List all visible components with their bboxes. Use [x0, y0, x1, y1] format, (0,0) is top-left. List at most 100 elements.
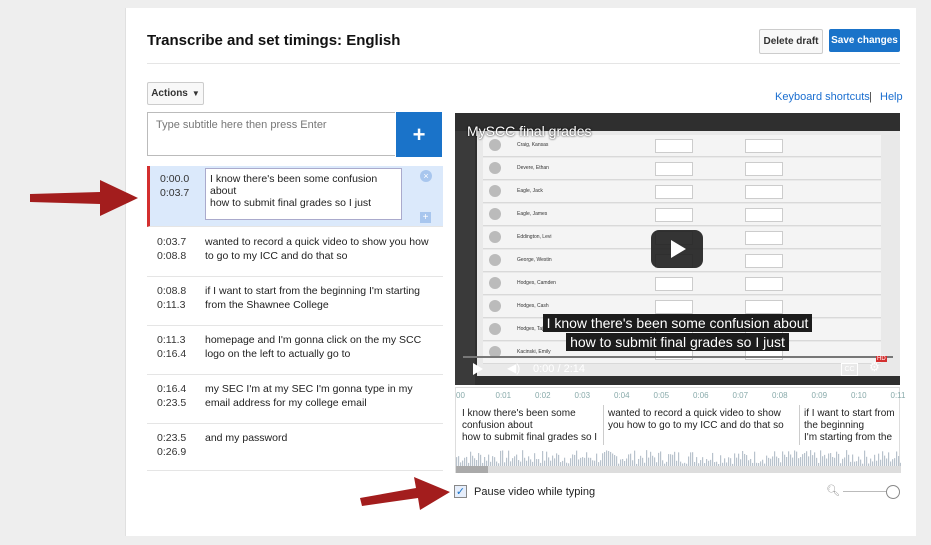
sheet-field — [745, 277, 783, 291]
avatar — [489, 162, 501, 174]
avatar — [489, 231, 501, 243]
insert-caption-icon[interactable]: + — [420, 212, 431, 223]
sheet-field — [655, 162, 693, 176]
caption-row[interactable]: 0:08.8 0:11.3 if I want to start from th… — [147, 276, 443, 326]
caption-start: 0:00.0 — [160, 173, 190, 185]
sheet-row: Eagle, James — [483, 204, 881, 226]
video-title: MySCC final grades — [467, 123, 592, 139]
captions-icon[interactable]: CC — [841, 363, 858, 376]
play-icon — [671, 240, 686, 258]
video-controls: ◀) 0:00 / 2:14 CC ⚙ HD — [455, 353, 900, 385]
segment-text: I know there's been some confusion about… — [462, 408, 598, 443]
video-caption-line: how to submit final grades so I just — [455, 333, 900, 352]
timeline-tick: 0:03 — [574, 391, 591, 400]
avatar — [489, 300, 501, 312]
sheet-field — [745, 139, 783, 153]
help-link[interactable]: Help — [880, 91, 903, 103]
sheet-name: Hodges, Camden — [517, 280, 556, 286]
subtitle-input[interactable]: Type subtitle here then press Enter — [147, 112, 395, 156]
timeline-tick: 00 — [456, 391, 465, 400]
gear-icon[interactable]: ⚙ — [869, 360, 880, 374]
caption-row[interactable]: 0:03.7 0:08.8 wanted to record a quick v… — [147, 227, 443, 277]
timeline-tick: 0:11 — [890, 391, 906, 400]
sheet-name: Devere, Ethan — [517, 165, 549, 171]
sheet-field — [745, 300, 783, 314]
caption-row[interactable]: 0:11.3 0:16.4 homepage and I'm gonna cli… — [147, 325, 443, 375]
link-separator: | — [869, 91, 872, 103]
sheet-name: Craig, Kansas — [517, 142, 549, 148]
caption-row[interactable]: 0:16.4 0:23.5 my SEC I'm at my SEC I'm g… — [147, 374, 443, 424]
sheet-field — [745, 162, 783, 176]
sheet-field — [745, 231, 783, 245]
volume-icon[interactable]: ◀) — [507, 361, 520, 375]
delete-draft-button[interactable]: Delete draft — [759, 29, 823, 54]
video-progress-bar[interactable] — [463, 356, 893, 358]
caption-end: 0:23.5 — [157, 397, 187, 409]
sheet-name: George, Westin — [517, 257, 552, 263]
sheet-field — [655, 277, 693, 291]
video-time: 0:00 / 2:14 — [533, 363, 585, 375]
avatar — [489, 208, 501, 220]
caption-text: homepage and I'm gonna click on the my S… — [205, 334, 422, 360]
timeline-tick: 0:09 — [811, 391, 828, 400]
annotation-arrow — [360, 477, 450, 510]
timeline[interactable]: 00 0:01 0:02 0:03 0:04 0:05 0:06 0:07 0:08 0:09 0:… — [455, 387, 905, 473]
sheet-row: Hodges, Camden — [483, 273, 881, 295]
caption-row[interactable]: 0:23.5 0:26.9 and my password — [147, 423, 443, 471]
sheet-row: Devere, Ethan — [483, 158, 881, 180]
caption-text: wanted to record a quick video to show y… — [205, 236, 429, 262]
caption-end: 0:03.7 — [160, 187, 190, 199]
caption-start: 0:11.3 — [157, 334, 186, 346]
sheet-field — [655, 139, 693, 153]
timeline-tick: 0:01 — [495, 391, 512, 400]
caption-start: 0:23.5 — [157, 432, 187, 444]
sheet-name: Eddington, Levi — [517, 234, 552, 240]
timeline-tick: 0:07 — [732, 391, 749, 400]
sheet-field — [655, 208, 693, 222]
timeline-tick: 0:04 — [614, 391, 630, 400]
play-icon[interactable] — [473, 363, 483, 375]
avatar — [489, 185, 501, 197]
caption-start: 0:08.8 — [157, 285, 187, 297]
page-title: Transcribe and set timings: English — [147, 32, 401, 49]
caret-down-icon: ▼ — [191, 89, 200, 98]
timeline-tick: 0:02 — [535, 391, 551, 400]
plus-icon: + — [412, 121, 426, 147]
actions-dropdown[interactable]: Actions ▼ — [147, 82, 204, 105]
caption-row[interactable]: 0:00.0 0:03.7 I know there's been some c… — [147, 166, 443, 227]
zoom-slider-knob[interactable] — [886, 485, 900, 499]
caption-text: my SEC I'm at my SEC I'm gonna type in m… — [205, 383, 413, 409]
caption-text: and my password — [205, 432, 288, 444]
hd-badge: HD — [876, 356, 887, 362]
pause-checkbox[interactable]: ✓ — [454, 485, 467, 498]
timeline-tick: 0:06 — [693, 391, 709, 400]
avatar — [489, 139, 501, 151]
caption-edit-field[interactable]: I know there's been some confusion about… — [205, 168, 402, 220]
caption-end: 0:11.3 — [157, 299, 186, 311]
timeline-tick: 0:05 — [653, 391, 670, 400]
caption-text: I know there's been some confusion about… — [210, 173, 378, 209]
pause-label: Pause video while typing — [474, 486, 596, 498]
caption-text: if I want to start from the beginning I'… — [205, 285, 421, 311]
timeline-scroll-thumb[interactable] — [456, 466, 488, 473]
add-subtitle-button[interactable]: + — [396, 112, 442, 157]
caption-start: 0:03.7 — [157, 236, 187, 248]
video-player[interactable]: Craig, Kansas Devere, Ethan Eagle, Jack Eag… — [455, 113, 900, 385]
timeline-segment[interactable]: I know there's been some confusion about… — [458, 405, 604, 445]
video-caption-line: I know there's been some confusion about — [455, 314, 900, 333]
actions-label: Actions — [151, 88, 188, 99]
sheet-row: Eagle, Jack — [483, 181, 881, 203]
sheet-name: Eagle, James — [517, 211, 548, 217]
avatar — [489, 277, 501, 289]
keyboard-shortcuts-link[interactable]: Keyboard shortcuts — [775, 91, 870, 103]
header-divider — [147, 63, 900, 64]
caption-end: 0:26.9 — [157, 446, 187, 458]
timeline-segment[interactable]: wanted to record a quick video to show y… — [604, 405, 800, 445]
delete-caption-icon[interactable]: × — [420, 170, 432, 182]
annotation-arrow — [30, 180, 138, 216]
save-changes-button[interactable]: Save changes — [829, 29, 900, 52]
zoom-slider-track[interactable] — [843, 491, 889, 492]
caption-end: 0:16.4 — [157, 348, 187, 360]
timeline-segment[interactable]: if I want to start from the beginning I'… — [800, 405, 900, 445]
timeline-scrollbar[interactable] — [456, 466, 901, 473]
